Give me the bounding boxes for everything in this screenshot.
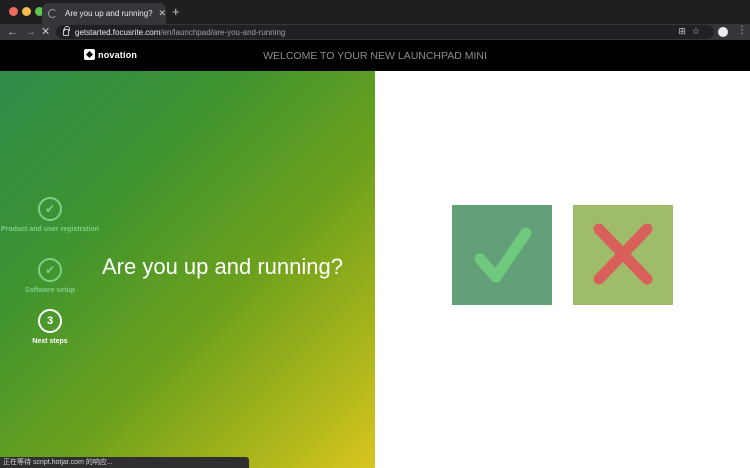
- step-next-steps: 3 Next steps: [0, 309, 100, 346]
- forward-button[interactable]: →: [25, 25, 36, 39]
- profile-avatar-icon[interactable]: [718, 27, 728, 37]
- lock-icon[interactable]: [63, 25, 70, 36]
- url-path: /en/launchpad/are-you-and-running: [160, 27, 286, 37]
- step-registration: ✔ Product and user registration: [0, 197, 100, 234]
- step-software-setup: ✔ Software setup: [0, 258, 100, 295]
- no-button[interactable]: [573, 205, 673, 305]
- tab-title: Are you up and running? | Get: [65, 9, 154, 18]
- novation-logo-icon: [84, 49, 95, 60]
- browser-tab-strip: Are you up and running? | Get ✕ +: [0, 0, 750, 24]
- step-number: 3: [38, 309, 62, 333]
- step-label: Product and user registration: [0, 226, 100, 233]
- novation-logo[interactable]: novation: [84, 49, 137, 60]
- loading-spinner-icon: [48, 9, 57, 18]
- cross-icon: [593, 223, 653, 285]
- bookmark-star-icon[interactable]: ⊞☆: [678, 26, 706, 37]
- step-checkmark-icon: ✔: [38, 258, 62, 282]
- logo-text: novation: [98, 49, 138, 60]
- step-label: Next steps: [32, 338, 68, 345]
- browser-tab[interactable]: Are you up and running? | Get ✕: [42, 3, 166, 24]
- address-bar[interactable]: getstarted.focusrite.com/en/launchpad/ar…: [56, 25, 714, 39]
- new-tab-button[interactable]: +: [172, 5, 180, 19]
- browser-status-bar: 正在等待 script.hotjar.com 的响应...: [0, 457, 249, 468]
- browser-menu-icon[interactable]: ⋮: [737, 25, 747, 36]
- step-checkmark-icon: ✔: [38, 197, 62, 221]
- minimize-window-button[interactable]: [22, 7, 31, 16]
- intro-panel: ✔ Product and user registration ✔ Softwa…: [0, 71, 375, 468]
- close-window-button[interactable]: [9, 7, 18, 16]
- step-label: Software setup: [24, 287, 76, 294]
- stop-loading-button[interactable]: ✕: [41, 25, 50, 39]
- back-button[interactable]: ←: [7, 25, 18, 39]
- header-title: WELCOME TO YOUR NEW LAUNCHPAD MINI: [263, 50, 487, 62]
- url-host: getstarted.focusrite.com: [75, 27, 161, 37]
- checkmark-icon: [474, 227, 532, 283]
- site-header: novation WELCOME TO YOUR NEW LAUNCHPAD M…: [0, 40, 750, 71]
- yes-button[interactable]: [452, 205, 552, 305]
- browser-toolbar: ← → ✕ getstarted.focusrite.com/en/launch…: [0, 24, 750, 40]
- page-title: Are you up and running?: [102, 254, 343, 279]
- tab-close-icon[interactable]: ✕: [158, 8, 166, 19]
